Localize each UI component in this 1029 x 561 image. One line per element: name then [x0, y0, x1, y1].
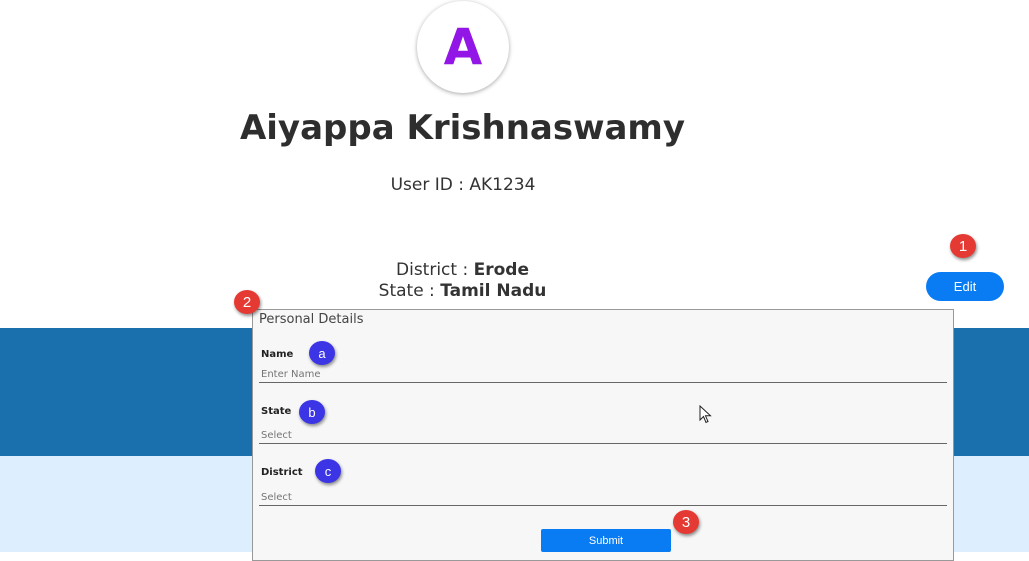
state-field-label: State	[261, 406, 292, 417]
profile-name: Aiyappa Krishnaswamy	[239, 108, 686, 148]
district-field-label: District	[261, 467, 303, 478]
state-value: Tamil Nadu	[440, 281, 547, 301]
state-select[interactable]	[259, 428, 947, 444]
annotation-badge-3: 3	[673, 510, 699, 534]
user-id-row: User ID : AK1234	[330, 175, 596, 195]
annotation-badge-c: c	[315, 459, 341, 483]
annotation-badge-2: 2	[234, 290, 260, 314]
submit-button[interactable]: Submit	[541, 529, 671, 552]
annotation-badge-1: 1	[950, 234, 976, 258]
name-field-label: Name	[261, 349, 294, 360]
state-row: State : Tamil Nadu	[300, 281, 625, 301]
district-label: District :	[396, 260, 474, 280]
mouse-cursor-icon	[699, 405, 712, 424]
user-id-value: AK1234	[469, 175, 536, 195]
annotation-badge-b: b	[299, 400, 325, 424]
avatar: A	[417, 1, 509, 93]
personal-details-form: Personal Details Name State District Sub…	[252, 309, 954, 561]
avatar-letter: A	[443, 18, 483, 76]
user-id-label: User ID :	[390, 175, 470, 195]
district-row: District : Erode	[300, 260, 625, 280]
annotation-badge-a: a	[309, 341, 335, 365]
edit-button[interactable]: Edit	[926, 272, 1004, 301]
name-input[interactable]	[259, 367, 947, 383]
state-label: State :	[378, 281, 441, 301]
district-select[interactable]	[259, 490, 947, 506]
district-value: Erode	[473, 260, 529, 280]
form-title: Personal Details	[259, 312, 364, 327]
